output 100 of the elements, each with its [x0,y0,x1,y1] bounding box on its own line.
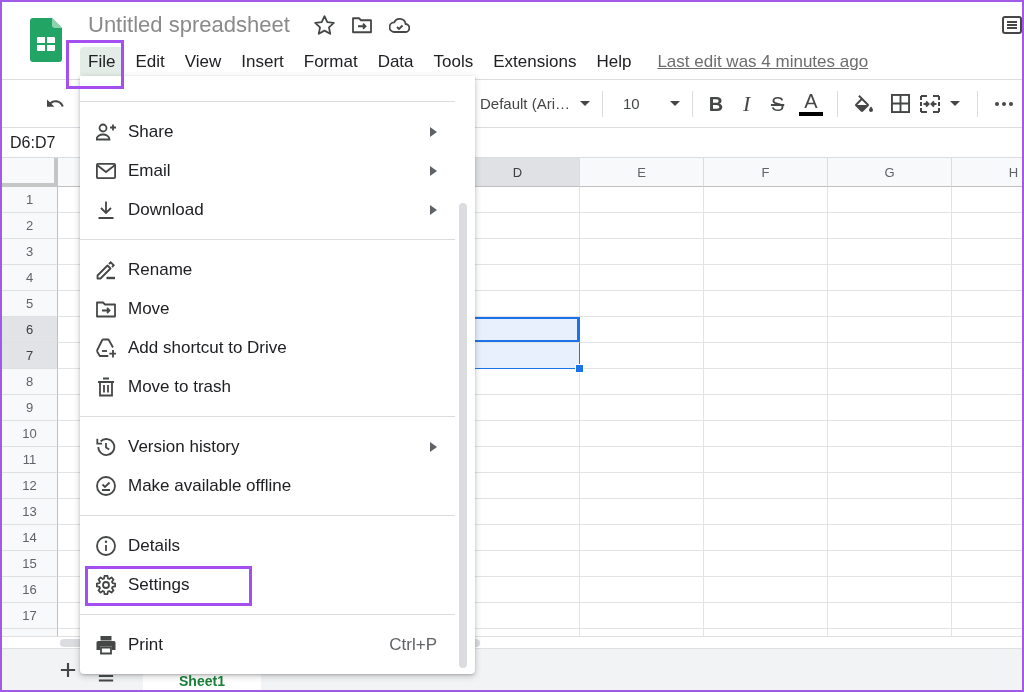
menu-item[interactable]: Print Ctrl+P [80,625,455,664]
menu-item[interactable]: Add shortcut to Drive [80,328,455,367]
grid-cell[interactable] [828,317,952,343]
font-size-dropdown[interactable]: 10 [611,95,684,112]
cloud-check-icon[interactable] [388,17,410,33]
row-header[interactable]: 10 [2,421,58,447]
italic-button[interactable]: I [737,91,757,116]
grid-cell[interactable] [704,291,828,317]
grid-cell[interactable] [828,343,952,369]
grid-cell[interactable] [704,395,828,421]
grid-cell[interactable] [580,551,704,577]
menu-bar-item[interactable]: Help [588,46,640,77]
menu-bar-item[interactable]: View [176,46,230,77]
row-header[interactable]: 6 [2,317,58,343]
menu-bar-item[interactable]: Extensions [485,46,585,77]
strikethrough-button[interactable]: S [768,91,787,116]
menu-bar-item[interactable]: Insert [233,46,292,77]
spreadsheet-logo-icon[interactable] [30,18,62,62]
row-header[interactable]: 12 [2,473,58,499]
borders-icon[interactable] [891,94,910,113]
grid-cell[interactable] [828,395,952,421]
grid-cell[interactable] [580,291,704,317]
grid-cell[interactable] [580,577,704,603]
row-header[interactable]: 2 [2,213,58,239]
caret-icon[interactable] [669,101,680,106]
grid-cell[interactable] [580,317,704,343]
grid-cell[interactable] [580,395,704,421]
row-header[interactable]: 7 [2,343,58,369]
grid-cell[interactable] [704,499,828,525]
menu-bar-item[interactable]: Format [295,46,366,77]
grid-cell[interactable] [704,265,828,291]
grid-cell[interactable] [704,187,828,213]
grid-cell[interactable] [704,525,828,551]
menu-item[interactable]: Move [80,289,455,328]
more-icon[interactable] [995,101,1013,106]
grid-cell[interactable] [828,265,952,291]
row-header[interactable]: 13 [2,499,58,525]
caret-icon[interactable] [950,101,960,106]
column-header[interactable]: E [580,158,704,187]
menu-item[interactable]: Share [80,112,455,151]
menu-scrollbar[interactable] [459,203,467,668]
text-color-button[interactable]: A [799,91,823,116]
row-header[interactable]: 17 [2,603,58,629]
grid-cell[interactable] [704,213,828,239]
grid-cell[interactable] [828,603,952,629]
column-header[interactable] [58,158,80,187]
row-header[interactable]: 1 [2,187,58,213]
grid-cell[interactable] [580,525,704,551]
row-header[interactable]: 8 [2,369,58,395]
menu-item[interactable]: Details [80,526,455,565]
grid-cell[interactable] [828,525,952,551]
grid-cell[interactable] [580,239,704,265]
grid-cell[interactable] [828,577,952,603]
font-dropdown[interactable]: Default (Ari… [476,95,595,112]
grid-cell[interactable] [580,603,704,629]
grid-cell[interactable] [580,473,704,499]
row-header[interactable]: 11 [2,447,58,473]
menu-item[interactable]: Make available offline [80,466,455,505]
column-header[interactable]: G [828,158,952,187]
grid-cell[interactable] [828,421,952,447]
paint-bucket-icon[interactable] [855,95,873,112]
grid-cell[interactable] [828,473,952,499]
grid-cell[interactable] [580,447,704,473]
grid-cell[interactable] [704,369,828,395]
row-header[interactable]: 9 [2,395,58,421]
grid-cell[interactable] [828,239,952,265]
fill-handle[interactable] [575,364,584,373]
grid-cell[interactable] [828,551,952,577]
grid-cell[interactable] [704,239,828,265]
menu-item[interactable]: Rename [80,250,455,289]
row-header[interactable]: 5 [2,291,58,317]
grid-cell[interactable] [580,499,704,525]
row-header[interactable]: 16 [2,577,58,603]
star-icon[interactable] [313,15,335,35]
select-all-corner[interactable] [2,158,58,187]
folder-arrow-icon[interactable] [351,16,372,34]
grid-cell[interactable] [704,421,828,447]
grid-cell[interactable] [828,291,952,317]
menu-bar-item[interactable]: Data [369,46,422,77]
undo-icon[interactable] [47,99,65,108]
last-edit-link[interactable]: Last edit was 4 minutes ago [657,51,869,72]
grid-cell[interactable] [704,577,828,603]
grid-cell[interactable] [828,447,952,473]
grid-cell[interactable] [828,187,952,213]
column-header[interactable]: H [952,158,1022,187]
grid-cell[interactable] [704,603,828,629]
grid-cell[interactable] [580,187,704,213]
menu-item[interactable]: Settings [80,565,455,604]
merge-cells-icon[interactable] [919,94,941,113]
menu-bar-item[interactable]: Tools [425,46,482,77]
menu-item[interactable]: Download [80,190,455,229]
grid-cell[interactable] [580,265,704,291]
row-header[interactable]: 14 [2,525,58,551]
row-header[interactable]: 3 [2,239,58,265]
menu-item[interactable]: Move to trash [80,367,455,406]
grid-cell[interactable] [704,343,828,369]
grid-cell[interactable] [580,369,704,395]
grid-cell[interactable] [580,421,704,447]
grid-cell[interactable] [704,551,828,577]
list-box-icon[interactable] [1002,16,1022,34]
